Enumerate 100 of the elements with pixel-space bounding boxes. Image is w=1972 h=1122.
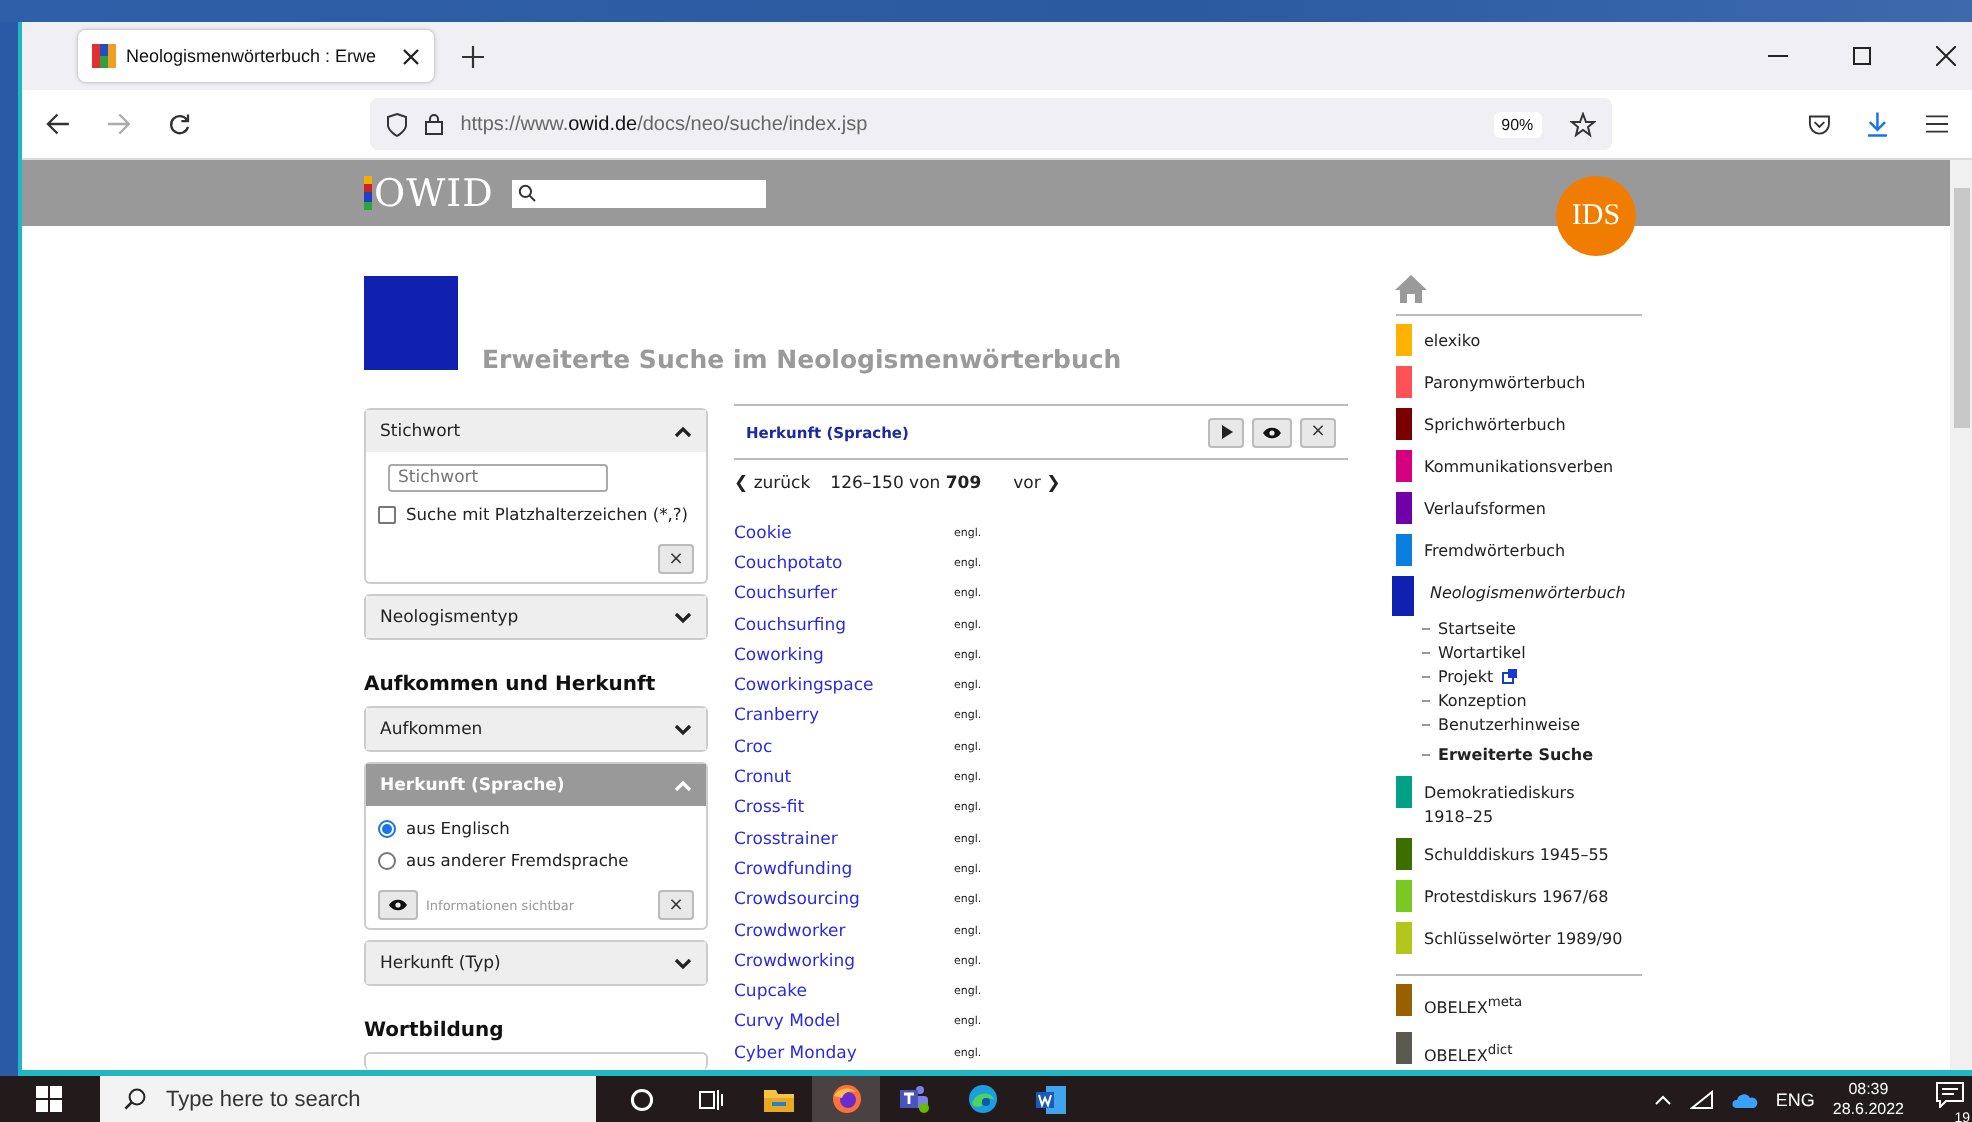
download-icon[interactable] [1866, 111, 1890, 137]
entry-link[interactable]: Croc [734, 737, 954, 758]
next-link[interactable]: vor ❯ [1013, 474, 1061, 494]
site-favicon-icon [92, 44, 116, 68]
dictionary-link[interactable]: Schlüsselwörter 1989/90 [1424, 928, 1623, 952]
dash-icon [1422, 651, 1430, 653]
search-icon [124, 1088, 146, 1110]
browser-tab[interactable]: Neologismenwörterbuch : Erwe [78, 30, 434, 82]
circle-icon [630, 1087, 654, 1111]
radio-button[interactable] [378, 819, 396, 837]
search-placeholder: Type here to search [166, 1087, 361, 1111]
search-field[interactable] [511, 179, 766, 207]
subpage-link[interactable]: Startseite [1438, 619, 1516, 637]
url-text: https://www.owid.de/docs/neo/suche/index.jsp [460, 113, 868, 135]
zoom-level[interactable]: 90% [1493, 111, 1542, 137]
subpage-link[interactable]: Projekt [1438, 667, 1494, 685]
keyword-field[interactable]: Stichwort [388, 464, 608, 492]
visibility-button[interactable] [378, 890, 418, 920]
entry-link[interactable]: Couchsurfer [734, 584, 954, 605]
subpage-link[interactable]: Erweiterte Suche [1438, 745, 1594, 763]
scrollbar[interactable] [1950, 160, 1972, 1070]
entry-link[interactable]: Crosstrainer [734, 829, 954, 850]
dictionary-link[interactable]: Fremdwörterbuch [1424, 540, 1566, 564]
taskbar-app[interactable] [812, 1076, 880, 1122]
reload-icon[interactable] [167, 112, 191, 136]
folder-icon [763, 1087, 793, 1111]
dictionary-link[interactable]: elexiko [1424, 330, 1481, 354]
dictionary-color-block [364, 276, 458, 370]
fox-globe-icon [831, 1084, 861, 1114]
entry-link[interactable]: Cronut [734, 768, 954, 789]
clock-date: 28.6.2022 [1832, 1099, 1904, 1119]
clock[interactable]: 08:39 28.6.2022 [1832, 1079, 1904, 1119]
checkbox[interactable] [378, 505, 396, 523]
pocket-icon[interactable] [1807, 113, 1831, 135]
subpage-link[interactable]: Benutzerhinweise [1438, 715, 1581, 733]
entry-link[interactable]: Crowdworking [734, 951, 954, 972]
home-icon[interactable] [1394, 274, 1428, 304]
entry-link[interactable]: Crowdworker [734, 921, 954, 941]
panel-header[interactable]: Stichwort [366, 410, 706, 452]
entry-link[interactable]: Curvy Model [734, 1012, 954, 1033]
entry-link[interactable]: Crowdsourcing [734, 890, 954, 911]
shield-icon[interactable] [386, 111, 409, 137]
dictionary-link[interactable]: Protestdiskurs 1967/68 [1424, 886, 1609, 910]
subpage-link[interactable]: Konzeption [1438, 691, 1527, 709]
play-icon [1219, 424, 1233, 440]
new-tab-icon[interactable] [462, 45, 484, 67]
lock-icon[interactable] [424, 112, 445, 136]
entry-link[interactable]: Crowdfunding [734, 859, 954, 880]
checkbox-label: Suche mit Platzhalterzeichen (*,?) [406, 504, 689, 524]
address-bar[interactable]: https://www.owid.de/docs/neo/suche/index.jsp 90% [370, 98, 1612, 150]
dictionary-link[interactable]: Sprichwörterbuch [1424, 414, 1566, 438]
previous-link[interactable]: ❮ zurück [734, 474, 811, 494]
back-icon[interactable] [46, 112, 71, 136]
entry-link[interactable]: Cookie [734, 523, 954, 544]
dictionary-link[interactable]: Kommunikationsverben [1424, 456, 1614, 480]
entry-link[interactable]: Cyber Monday [734, 1043, 954, 1064]
panel-header[interactable]: Aufkommen [366, 708, 706, 750]
notification-icon[interactable] [1936, 1081, 1964, 1107]
panel-title: Aufkommen [380, 719, 483, 739]
eye-icon [388, 898, 408, 912]
entry-link[interactable]: Cupcake [734, 982, 954, 1003]
dash-icon [1422, 675, 1430, 677]
maximize-icon[interactable] [1852, 46, 1872, 66]
tool-link[interactable]: OBELEX$^{dict}$ [1424, 1037, 1513, 1069]
dictionary-link[interactable]: Schulddiskurs 1945–55 [1424, 844, 1609, 868]
cloud-icon[interactable] [1731, 1091, 1758, 1107]
entry-link[interactable]: Couchsurfing [734, 615, 954, 636]
dictionary-link[interactable]: Neologismenwörterbuch [1430, 582, 1626, 606]
close-button[interactable]: × [1300, 417, 1336, 447]
dash-icon [1422, 627, 1430, 629]
radio-button[interactable] [378, 851, 396, 869]
visibility-button[interactable] [1252, 417, 1292, 447]
entry-link[interactable]: Couchpotato [734, 553, 954, 574]
panel-header[interactable]: Herkunft (Typ) [366, 942, 706, 984]
close-icon[interactable] [1936, 46, 1956, 66]
dictionary-link[interactable]: Paronymwörterbuch [1424, 372, 1586, 396]
taskbar-search-field[interactable]: Type here to search [100, 1076, 596, 1122]
chevron-up-icon[interactable] [1653, 1093, 1672, 1105]
entry-link[interactable]: Coworkingspace [734, 676, 954, 697]
eye-icon [1262, 425, 1282, 439]
entry-link[interactable]: Cranberry [734, 706, 954, 727]
panel-header[interactable]: Neologismentyp [366, 596, 706, 638]
panel-title: Stichwort [380, 421, 461, 441]
dictionary-link[interactable]: Verlaufsformen [1424, 498, 1546, 522]
dictionary-link[interactable]: Demokratiediskurs 1918–25 [1424, 782, 1624, 830]
clear-button[interactable]: × [658, 544, 694, 574]
close-icon[interactable] [402, 47, 420, 65]
section-heading: Wortbildung [364, 1020, 506, 1042]
entry-link[interactable]: Coworking [734, 645, 954, 666]
logo-bars-icon [364, 176, 372, 210]
entry-link[interactable]: Cross-fit [734, 798, 954, 819]
language-indicator[interactable]: ENG [1775, 1089, 1815, 1109]
star-icon[interactable] [1569, 111, 1596, 137]
clear-button[interactable]: × [658, 890, 694, 920]
tool-link[interactable]: OBELEX$^{meta}$ [1424, 990, 1523, 1022]
scrollbar-thumb[interactable] [1954, 188, 1970, 428]
windows-start-icon[interactable] [36, 1086, 62, 1112]
play-button[interactable] [1208, 417, 1244, 447]
menu-icon[interactable] [1925, 114, 1948, 134]
subpage-link[interactable]: Wortartikel [1438, 643, 1526, 661]
